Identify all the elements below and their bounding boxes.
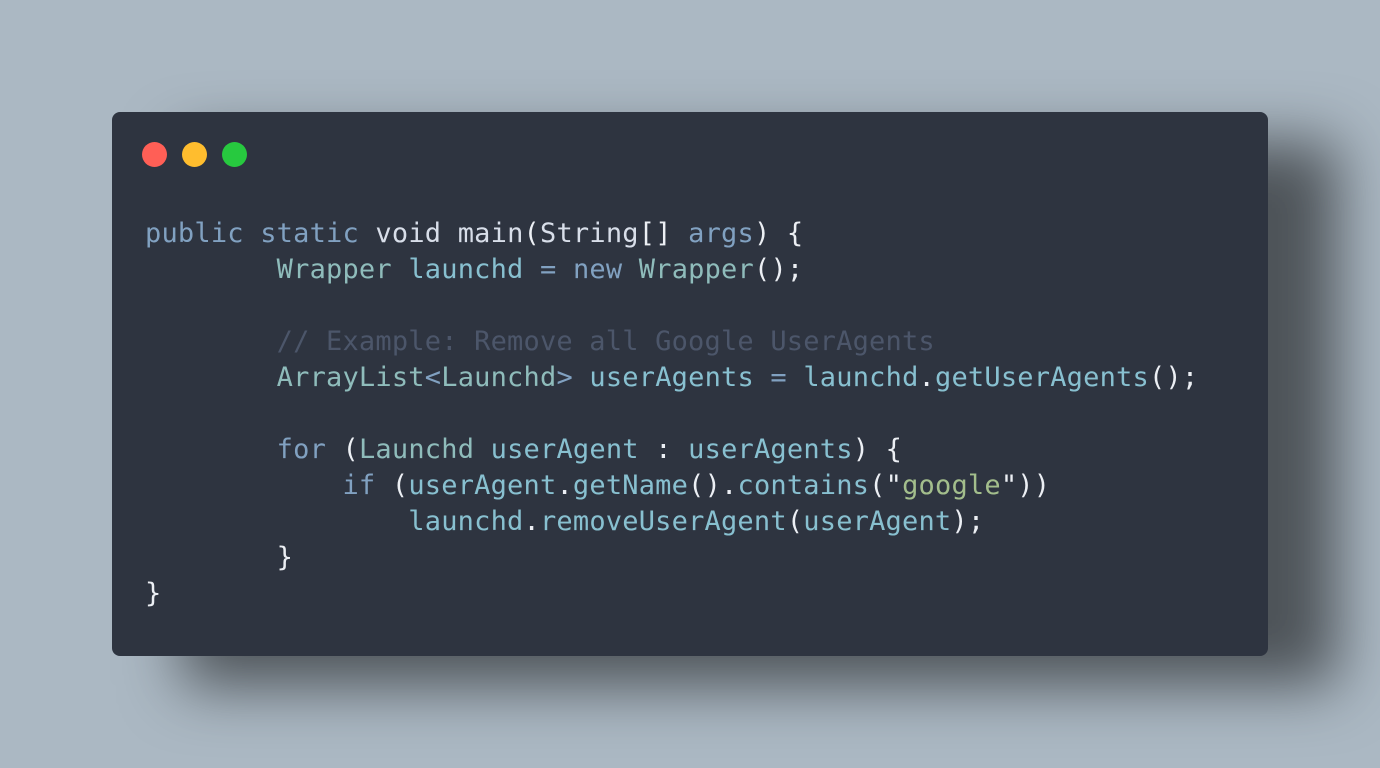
code-token: . [918, 362, 936, 393]
code-token: public [145, 218, 244, 249]
code-token: for [276, 434, 327, 465]
code-line: launchd.removeUserAgent(userAgent); [145, 504, 1198, 540]
minimize-button[interactable] [182, 142, 207, 167]
code-block: public static void main(String[] args) {… [145, 216, 1198, 612]
code-token: > [556, 362, 573, 393]
code-token: { [770, 218, 804, 249]
code-token: . [556, 470, 573, 501]
code-token: new [572, 254, 623, 285]
code-token: Wrapper [276, 254, 392, 285]
code-token: userAgents [688, 434, 853, 465]
code-comment: // Example: Remove all Google UserAgents [276, 326, 935, 357]
code-token: } [145, 578, 162, 609]
code-token: " [1000, 470, 1018, 501]
code-line: for (Launchd userAgent : userAgents) { [145, 432, 1198, 468]
code-token: Launchd [358, 434, 475, 465]
code-token: ( [869, 470, 886, 501]
code-token: Wrapper [638, 254, 754, 285]
code-token: userAgent [408, 470, 557, 501]
code-token: )) [1017, 470, 1051, 501]
code-line: Wrapper launchd = new Wrapper(); [145, 252, 1198, 288]
code-token: ) [753, 218, 771, 249]
code-token: launchd [408, 254, 524, 285]
code-token: ) [852, 434, 870, 465]
code-token: getUserAgents [935, 362, 1149, 393]
window-controls [142, 142, 247, 167]
code-token: . [523, 506, 540, 537]
code-token: (). [688, 470, 738, 501]
code-token: removeUserAgent [539, 506, 787, 537]
code-token: " [885, 470, 903, 501]
code-token: static [260, 218, 359, 249]
code-line: public static void main(String[] args) { [145, 216, 1198, 252]
code-line: ArrayList<Launchd> userAgents = launchd.… [145, 360, 1198, 396]
code-token: getName [572, 470, 689, 501]
code-token: google [902, 470, 1001, 501]
code-token: userAgents [589, 362, 754, 393]
close-button[interactable] [142, 142, 167, 167]
code-token: ( [523, 218, 540, 249]
code-token: ArrayList [276, 362, 425, 393]
code-token: ); [951, 506, 985, 537]
code-token: args [688, 218, 754, 249]
code-line: // Example: Remove all Google UserAgents [145, 324, 1198, 360]
code-token: userAgent [803, 506, 952, 537]
code-line: } [145, 540, 1198, 576]
code-token: void [375, 218, 442, 249]
code-token: ( [786, 506, 804, 537]
code-line: if (userAgent.getName().contains("google… [145, 468, 1198, 504]
code-window: public static void main(String[] args) {… [112, 112, 1268, 656]
code-token: Launchd [441, 362, 557, 393]
code-token: (); [1148, 362, 1199, 393]
code-token: ( [342, 434, 359, 465]
code-token: { [869, 434, 903, 465]
code-token: userAgent [490, 434, 639, 465]
code-line: } [145, 576, 1198, 612]
maximize-button[interactable] [222, 142, 247, 167]
code-token: = [770, 362, 787, 393]
code-token: if [342, 470, 376, 501]
code-token: : [655, 434, 672, 465]
code-token: main [457, 218, 524, 249]
code-token: [] [638, 218, 672, 249]
code-token: < [424, 362, 442, 393]
code-token: (); [753, 254, 804, 285]
code-token: launchd [803, 362, 919, 393]
code-token: = [540, 254, 557, 285]
code-token: ( [391, 470, 409, 501]
code-token: contains [737, 470, 870, 501]
code-token: } [276, 542, 294, 573]
code-token: String [540, 218, 639, 249]
code-token: launchd [408, 506, 524, 537]
